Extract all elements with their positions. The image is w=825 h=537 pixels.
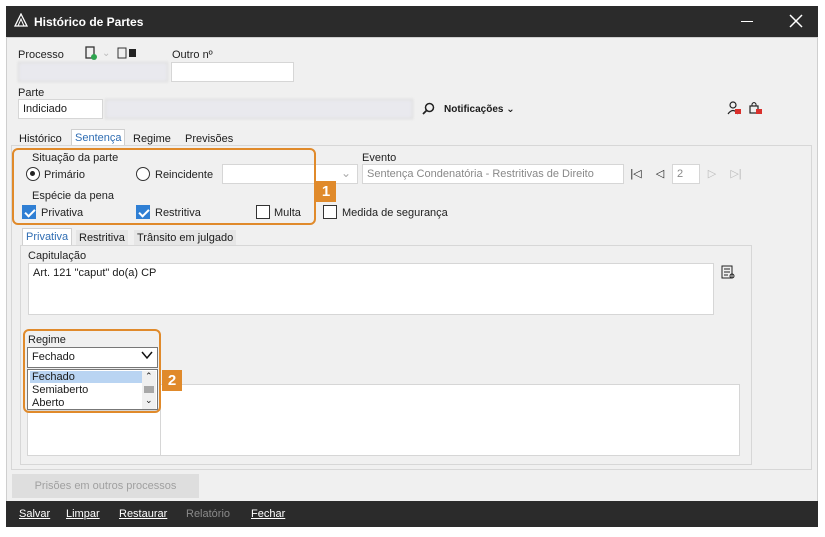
observacoes-field-left[interactable] [27,410,160,456]
user-remove-icon[interactable] [727,101,741,118]
chevron-down-icon[interactable]: ⌄ [102,48,110,59]
first-record-icon[interactable]: |◁ [627,165,645,183]
outro-numero-label: Outro nº [172,49,213,61]
evento-counter: 2 [672,164,700,184]
observacoes-field[interactable] [160,384,740,456]
highlight-box-1 [12,148,316,225]
next-record-icon[interactable]: ▷ [703,165,721,183]
notificacoes-label: Notificações [444,104,504,115]
parte-name-field[interactable] [105,99,413,119]
highlight-box-2 [23,329,161,413]
restaurar-button[interactable]: Restaurar [119,508,167,520]
fechar-button[interactable]: Fechar [251,508,285,520]
last-record-icon[interactable]: ▷| [727,165,745,183]
bottom-menu-bar: Salvar Limpar Restaurar Relatório Fechar [6,501,818,527]
minimize-icon[interactable] [741,21,753,22]
evento-label: Evento [362,152,397,164]
window-title: Histórico de Partes [34,15,144,29]
chevron-down-icon: ⌄ [340,166,351,180]
relatorio-button[interactable]: Relatório [186,508,230,520]
previous-record-icon[interactable]: ◁ [651,165,669,183]
salvar-button[interactable]: Salvar [19,508,50,520]
document-icon[interactable] [117,47,139,62]
outro-numero-field[interactable] [171,62,294,82]
step-badge-2: 2 [162,370,182,391]
tab-restritiva[interactable]: Restritiva [76,230,128,246]
capitulacao-label: Capitulação [28,250,87,262]
chevron-down-icon: ⌄ [506,104,515,115]
list-details-icon[interactable] [721,265,735,282]
close-icon[interactable] [789,14,803,31]
tab-transito-julgado[interactable]: Trânsito em julgado [134,230,237,246]
step-badge-1: 1 [316,181,336,202]
title-bar: Histórico de Partes [6,6,818,37]
prisoes-outros-processos-button[interactable]: Prisões em outros processos [12,474,199,498]
capitulacao-field[interactable]: Art. 121 "caput" do(a) CP [28,263,714,315]
medida-seguranca-checkbox[interactable] [323,205,337,219]
processo-label: Processo [18,49,64,61]
evento-field: Sentença Condenatória - Restritivas de D… [362,164,624,184]
app-logo-icon [13,12,29,30]
medida-seguranca-label: Medida de segurança [342,207,448,219]
parte-label: Parte [18,87,45,99]
notificacoes-button[interactable]: Notificações ⌄ [444,104,515,115]
processo-number-field[interactable] [18,62,168,82]
document-new-icon[interactable] [84,46,98,63]
tab-sentenca[interactable]: Sentença [71,129,126,146]
search-icon[interactable] [422,102,435,118]
tab-privativa[interactable]: Privativa [22,228,73,245]
limpar-button[interactable]: Limpar [66,508,100,520]
user-lock-icon[interactable] [748,101,762,118]
parte-role-field[interactable]: Indiciado [18,99,103,119]
